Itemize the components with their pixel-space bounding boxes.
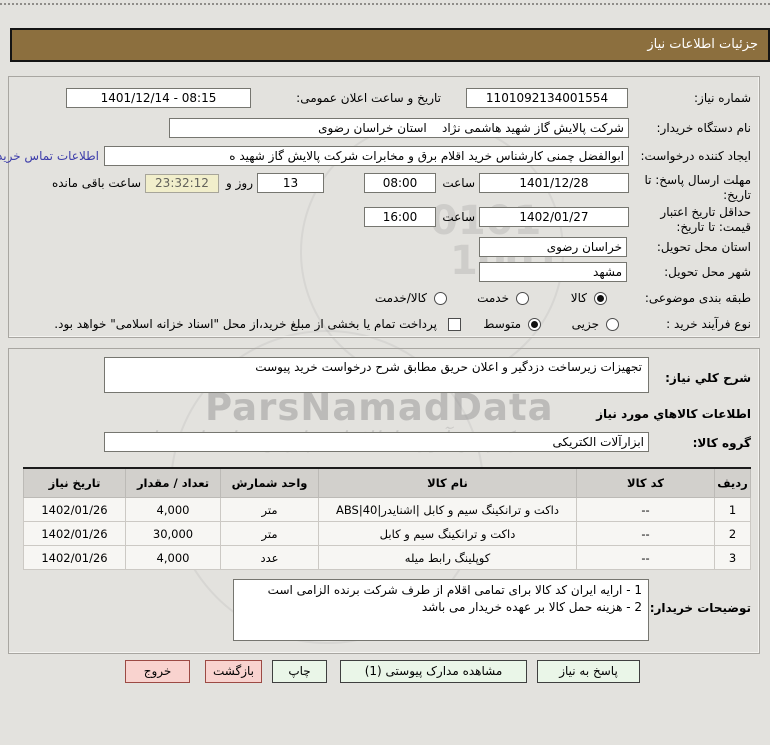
table-row: 2 -- داکت و ترانکینگ سیم و کابل متر 30,0… [24, 522, 751, 546]
exit-button[interactable]: خروج [125, 660, 190, 683]
cell-name: داکت و ترانکینگ سیم و کابل |اشنایدر|40|A… [319, 498, 577, 522]
treasury-checkbox[interactable] [448, 318, 461, 331]
cell-row: 3 [715, 546, 751, 570]
cell-name: کوپلینگ رابط میله [319, 546, 577, 570]
top-dotted-divider [0, 3, 770, 5]
buyer-org-label: نام دستگاه خریدار: [657, 121, 752, 135]
need-details-page: 0101 1001 ParsNamadData مرکز فن آوری اطل… [0, 0, 770, 745]
need-description-label: شرح کلي نیاز: [665, 371, 751, 385]
page-title: جزئیات اطلاعات نیاز [10, 28, 770, 62]
hours-remaining-label: ساعت باقی مانده [52, 176, 141, 190]
request-creator-field[interactable]: ابوالفضل چمنی کارشناس خرید اقلام برق و م… [104, 146, 629, 166]
cell-date: 1402/01/26 [24, 522, 126, 546]
buyer-notes-field[interactable]: 1 - ارایه ایران کد کالا برای تمامی اقلام… [233, 579, 649, 641]
response-deadline-label2: تاریخ: [723, 188, 751, 202]
validity-date-field[interactable]: 1402/01/27 [479, 207, 629, 227]
request-creator-label: ایجاد کننده درخواست: [640, 149, 751, 163]
radio-medium[interactable] [528, 318, 541, 331]
deadline-date-field[interactable]: 1401/12/28 [479, 173, 629, 193]
buyer-notes-label: توضیحات خریدار: [650, 601, 751, 615]
announce-datetime-field[interactable]: 1401/12/14 - 08:15 [66, 88, 251, 108]
cell-unit: عدد [221, 546, 319, 570]
radio-minor-label: جزیی [572, 317, 599, 331]
buyer-note-line: 2 - هزینه حمل کالا بر عهده خریدار می باش… [240, 599, 642, 616]
col-row: ردیف [715, 468, 751, 498]
deadline-time-field[interactable]: 08:00 [364, 173, 436, 193]
back-button[interactable]: بازگشت [205, 660, 262, 683]
cell-row: 1 [715, 498, 751, 522]
goods-table-header-row: ردیف کد کالا نام کالا واحد شمارش تعداد /… [24, 468, 751, 498]
print-button[interactable]: چاپ [272, 660, 327, 683]
goods-table: ردیف کد کالا نام کالا واحد شمارش تعداد /… [23, 467, 751, 570]
general-info-panel: شماره نیاز: 1101092134001554 تاریخ و ساع… [8, 76, 760, 338]
col-code: کد کالا [577, 468, 715, 498]
table-row: 1 -- داکت و ترانکینگ سیم و کابل |اشنایدر… [24, 498, 751, 522]
response-deadline-label: مهلت ارسال پاسخ: تا [644, 173, 751, 187]
radio-goods[interactable] [594, 292, 607, 305]
col-qty: تعداد / مقدار [126, 468, 221, 498]
goods-group-field[interactable]: ابزارآلات الکتریکی [104, 432, 649, 452]
respond-button[interactable]: پاسخ به نیاز [537, 660, 640, 683]
delivery-province-label: استان محل تحویل: [657, 240, 751, 254]
radio-goods-service-label: کالا/خدمت [375, 291, 427, 305]
buyer-note-line: 1 - ارایه ایران کد کالا برای تمامی اقلام… [240, 582, 642, 599]
cell-date: 1402/01/26 [24, 546, 126, 570]
cell-qty: 4,000 [126, 498, 221, 522]
announce-datetime-label: تاریخ و ساعت اعلان عمومی: [296, 91, 441, 105]
price-validity-label: حداقل تاریخ اعتبار [660, 205, 751, 219]
goods-group-label: گروه کالا: [693, 436, 751, 450]
cell-row: 2 [715, 522, 751, 546]
validity-hour-label: ساعت [442, 210, 475, 224]
table-row: 3 -- کوپلینگ رابط میله عدد 4,000 1402/01… [24, 546, 751, 570]
radio-goods-service[interactable] [434, 292, 447, 305]
classification-label: طبقه بندی موضوعی: [645, 291, 751, 305]
radio-goods-label: کالا [571, 291, 587, 305]
col-name: نام کالا [319, 468, 577, 498]
days-and-label: روز و [226, 176, 253, 190]
cell-code: -- [577, 546, 715, 570]
cell-unit: متر [221, 522, 319, 546]
radio-medium-label: متوسط [483, 317, 521, 331]
need-number-label: شماره نیاز: [694, 91, 751, 105]
view-attachments-button[interactable]: مشاهده مدارک پیوستی (1) [340, 660, 527, 683]
radio-minor[interactable] [606, 318, 619, 331]
cell-unit: متر [221, 498, 319, 522]
cell-name: داکت و ترانکینگ سیم و کابل [319, 522, 577, 546]
treasury-note-label: پرداخت تمام یا بخشی از مبلغ خرید،از محل … [54, 317, 437, 331]
need-number-field[interactable]: 1101092134001554 [466, 88, 628, 108]
cell-code: -- [577, 522, 715, 546]
need-description-field[interactable]: تجهیزات زیرساخت دزدگیر و اعلان حریق مطاب… [104, 357, 649, 393]
cell-date: 1402/01/26 [24, 498, 126, 522]
cell-qty: 4,000 [126, 546, 221, 570]
countdown-timer: 23:32:12 [145, 174, 219, 193]
radio-service-label: خدمت [477, 291, 509, 305]
buyer-org-field[interactable]: شرکت پالایش گاز شهید هاشمی نژاد استان خر… [169, 118, 629, 138]
cell-qty: 30,000 [126, 522, 221, 546]
deadline-hour-label: ساعت [442, 176, 475, 190]
validity-time-field[interactable]: 16:00 [364, 207, 436, 227]
process-type-label: نوع فرآیند خرید : [666, 317, 751, 331]
goods-info-panel: شرح کلي نیاز: تجهیزات زیرساخت دزدگیر و ا… [8, 348, 760, 654]
col-date: تاریخ نیاز [24, 468, 126, 498]
price-validity-label2: قیمت: تا تاریخ: [676, 220, 751, 234]
col-unit: واحد شمارش [221, 468, 319, 498]
goods-section-header: اطلاعات کالاهاي مورد نیاز [596, 407, 751, 421]
cell-code: -- [577, 498, 715, 522]
buyer-contact-link[interactable]: اطلاعات تماس خریدار [0, 149, 99, 163]
delivery-city-label: شهر محل تحویل: [664, 265, 751, 279]
delivery-province-field[interactable]: خراسان رضوی [479, 237, 627, 257]
delivery-city-field[interactable]: مشهد [479, 262, 627, 282]
radio-service[interactable] [516, 292, 529, 305]
days-remaining-field[interactable]: 13 [257, 173, 324, 193]
